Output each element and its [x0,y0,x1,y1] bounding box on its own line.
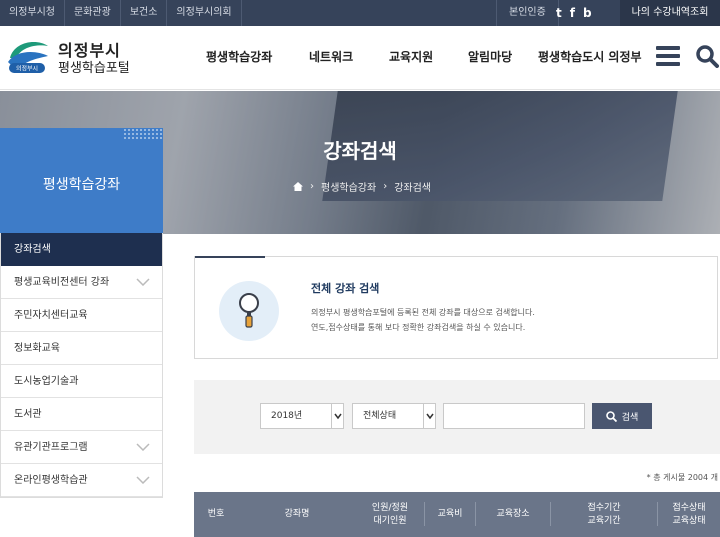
status-select[interactable]: 전체상태 [352,403,436,429]
magnifier-icon [209,293,259,333]
total-count: * 총 게시물 2004 개 [646,473,718,482]
sidebar-item-it-education[interactable]: 정보화교육 [1,332,162,365]
logo-subtitle[interactable]: 평생학습포털 [58,57,130,76]
sidebar-item-label: 도시농업기술과 [14,376,79,387]
magnifier-illustration [209,281,279,341]
sidebar-item-community-center[interactable]: 주민자치센터교육 [1,299,162,332]
search-button-label: 검색 [621,412,639,423]
select-arrow-icon [423,404,435,428]
intro-description-line-2: 연도,접수상태를 통해 보다 정확한 강좌검색을 하실 수 있습니다. [311,323,526,332]
nav-network[interactable]: 네트워크 [309,48,353,65]
intro-description-line-1: 의정부시 평생학습포털에 등록된 전체 강좌를 대상으로 검색합니다. [311,308,535,317]
sidebar-menu: 강좌검색 평생교육비전센터 강좌 주민자치센터교육 정보화교육 도시농업기술과 … [0,233,163,498]
sidebar-item-label: 평생교육비전센터 강좌 [14,277,110,288]
my-course-history-button[interactable]: 나의 수강내역조회 [620,0,720,26]
keyword-input[interactable] [443,403,585,429]
year-select[interactable]: 2018년 [260,403,344,429]
breadcrumb-item-current[interactable]: 강좌검색 [394,179,431,194]
link-culture-tourism[interactable]: 문화관광 [65,0,121,26]
sidebar-item-label: 강좌검색 [14,244,51,255]
sidebar-item-label: 유관기관프로그램 [14,442,88,453]
sidebar-item-label: 온라인평생학습관 [14,475,88,486]
twitter-icon[interactable]: t [556,6,562,20]
search-form: 2018년 전체상태 검색 [194,380,720,454]
breadcrumb-item-courses[interactable]: 평생학습강좌 [321,179,376,194]
sidebar-item-related-programs[interactable]: 유관기관프로그램 [1,431,162,464]
intro-title: 전체 강좌 검색 [311,282,380,295]
sidebar-item-label: 주민자치센터교육 [14,310,88,321]
link-city-council[interactable]: 의정부시의회 [167,0,242,26]
breadcrumb: › 평생학습강좌 › 강좌검색 [293,179,431,194]
col-fee: 교육비 [437,509,463,519]
sidebar-item-urban-agriculture[interactable]: 도시농업기술과 [1,365,162,398]
year-select-value: 2018년 [271,411,303,421]
col-period: 접수기간 교육기간 [587,502,621,526]
col-number: 번호 [207,509,225,519]
search-icon [605,410,617,422]
status-select-value: 전체상태 [363,411,397,421]
link-health-center[interactable]: 보건소 [121,0,168,26]
nav-lifelong-courses[interactable]: 평생학습강좌 [206,48,272,65]
col-capacity: 인원/정원 대기인원 [371,502,409,526]
nav-notice[interactable]: 알림마당 [468,48,512,65]
decorative-dots [123,128,163,140]
facebook-icon[interactable]: f [570,6,575,20]
breadcrumb-separator-icon: › [310,181,314,192]
chevron-down-icon [136,476,150,484]
city-logo-icon[interactable]: 의정부시 [6,36,50,78]
top-utility-bar: 의정부시청 문화관광 보건소 의정부시의회 본인인증 t f b 나의 수강내역… [0,0,720,26]
nav-learning-city[interactable]: 평생학습도시 의정부 [538,48,642,65]
sidebar-item-course-search[interactable]: 강좌검색 [1,233,162,266]
sidebar-item-online-learning[interactable]: 온라인평생학습관 [1,464,162,497]
sidebar-title: 평생학습강좌 [42,177,121,193]
sidebar-item-library[interactable]: 도서관 [1,398,162,431]
family-site-links: 의정부시청 문화관광 보건소 의정부시의회 [0,0,242,26]
col-status: 접수상태 교육상태 [672,502,706,526]
sidebar-item-label: 정보화교육 [14,343,60,354]
sns-links: t f b [556,0,592,26]
select-arrow-icon [331,404,343,428]
search-button[interactable]: 검색 [592,403,652,429]
breadcrumb-separator-icon: › [383,181,388,192]
blog-icon[interactable]: b [583,6,592,20]
home-icon[interactable] [293,182,303,191]
chevron-down-icon [136,278,150,286]
col-location: 교육장소 [496,509,530,519]
sidebar-header: 평생학습강좌 [0,128,163,233]
chevron-down-icon [136,443,150,451]
site-header: 의정부시 의정부시 평생학습포털 평생학습강좌 네트워크 교육지원 알림마당 평… [0,26,720,90]
nav-education-support[interactable]: 교육지원 [389,48,433,65]
col-course-name: 강좌명 [284,509,310,519]
course-table-header: 번호 강좌명 인원/정원 대기인원 교육비 교육장소 접수기간 교육기간 접수상태 교… [194,492,720,537]
sidebar-item-vision-center[interactable]: 평생교육비전센터 강좌 [1,266,162,299]
logo-badge-text: 의정부시 [16,65,38,73]
sidebar-item-label: 도서관 [14,409,42,420]
link-city-hall[interactable]: 의정부시청 [0,0,65,26]
search-intro-box: 전체 강좌 검색 의정부시 평생학습포털에 등록된 전체 강좌를 대상으로 검색… [194,256,718,359]
menu-icon[interactable] [656,46,680,66]
identity-verification-link[interactable]: 본인인증 [496,0,559,26]
search-icon[interactable] [695,44,719,68]
